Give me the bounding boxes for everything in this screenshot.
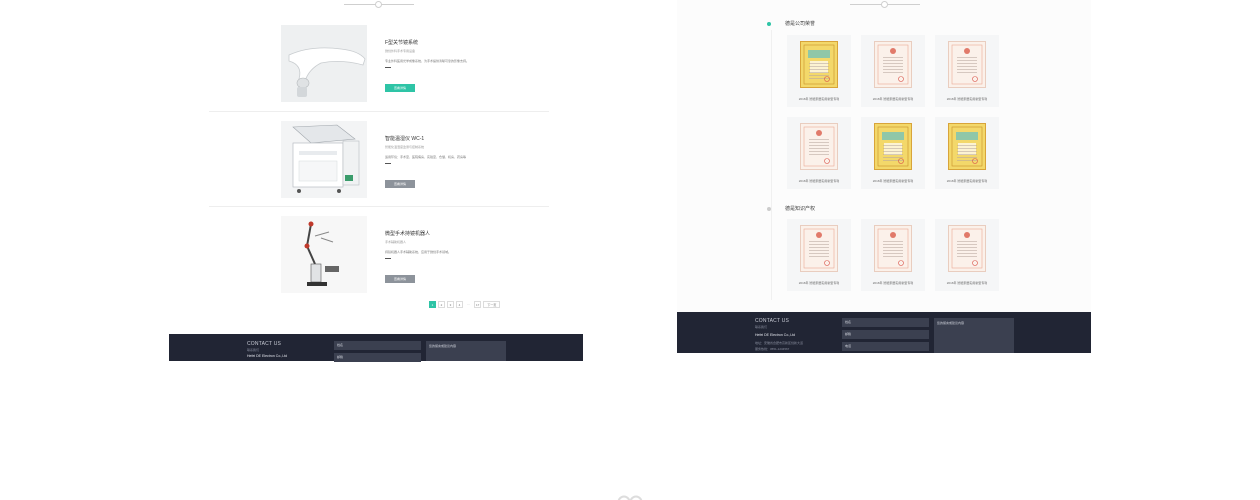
contact-footer: CONTACT US 联系我们 Hefei DE Electron Co.,Lt…: [677, 312, 1091, 353]
message-textarea[interactable]: 您的留言或建议内容: [934, 318, 1014, 353]
certificate-card[interactable]: 2016年 智能家居实用新型专利: [935, 219, 999, 291]
certificate-caption: 2016年 智能家居实用新型专利: [946, 97, 988, 101]
product-dash: [385, 163, 391, 164]
certificate-caption: 2016年 智能家居实用新型专利: [946, 179, 988, 183]
certificate-document-icon: [948, 123, 986, 170]
certificate-caption: 2016年 智能家居实用新型专利: [798, 179, 840, 183]
section-bullet: [767, 21, 771, 26]
product-description: 专业外科医用光学成像系统，为手术提供清晰可靠的影像支持。: [385, 59, 470, 63]
section-heading-honors: 德是公司荣誉: [767, 20, 815, 27]
certificate-card[interactable]: 2016年 智能家居实用新型专利: [935, 117, 999, 189]
arthroscope-illustration: [281, 25, 367, 102]
name-input[interactable]: 姓名: [842, 318, 929, 327]
email-input[interactable]: 邮箱: [842, 330, 929, 339]
product-title[interactable]: 微型手术持镜机器人: [385, 230, 525, 237]
robot-arm-illustration: [281, 216, 367, 293]
certificate-card[interactable]: 2016年 智能家居实用新型专利: [787, 117, 851, 189]
certificate-caption: 2016年 智能家居实用新型专利: [946, 281, 988, 285]
section-divider: [344, 0, 414, 10]
contact-footer: CONTACT US 联系我们 Hefei DE Electron Co.,Lt…: [169, 334, 583, 362]
certificate-card[interactable]: 2016年 智能家居实用新型专利: [787, 219, 851, 291]
honors-page: 德是公司荣誉 2016年 智能家居实用新型专利 2016年 智能家居实用新型专利 2…: [677, 0, 1091, 353]
certificate-caption: 2016年 智能家居实用新型专利: [872, 97, 914, 101]
certificate-card[interactable]: 2016年 智能家居实用新型专利: [787, 35, 851, 107]
section-title: 德是公司荣誉: [785, 21, 816, 27]
product-title[interactable]: F型关节镜系统: [385, 39, 525, 46]
section-title: 德是知识产权: [785, 206, 816, 212]
section-divider: [850, 0, 920, 10]
divider-dot: [881, 1, 888, 8]
row-separator: [209, 206, 549, 207]
certificate-document-icon: [800, 123, 838, 170]
certificate-card[interactable]: 2016年 智能家居实用新型专利: [861, 35, 925, 107]
footer-company: Hefei DE Electron Co.,Ltd: [247, 354, 288, 358]
view-details-button[interactable]: 查看详情: [385, 275, 415, 283]
certificate-document-icon: [874, 225, 912, 272]
certificate-caption: 2016年 智能家居实用新型专利: [872, 179, 914, 183]
page-link[interactable]: 2: [438, 301, 445, 308]
view-details-button[interactable]: 查看详情: [385, 84, 415, 92]
product-item[interactable]: 微型手术持镜机器人 手术辅助机器人 持镜机器人手术辅助系统，应用于微创手术领域。…: [247, 216, 507, 311]
product-dash: [385, 258, 391, 259]
footer-phone: 服务热线：0551-1234567: [755, 347, 790, 351]
page-link[interactable]: 17: [474, 301, 482, 308]
product-list-page: F型关节镜系统 微创外科手术专用设备 专业外科医用光学成像系统，为手术提供清晰可…: [169, 0, 583, 362]
footer-company: Hefei DE Electron Co.,Ltd: [755, 333, 796, 337]
certificate-document-icon: [948, 225, 986, 272]
timeline-line: [771, 30, 772, 300]
product-info: F型关节镜系统 微创外科手术专用设备 专业外科医用光学成像系统，为手术提供清晰可…: [385, 39, 525, 94]
certificate-caption: 2016年 智能家居实用新型专利: [798, 281, 840, 285]
product-subtitle: 智能化温湿度监测与控制系统: [385, 145, 425, 149]
name-input[interactable]: 姓名: [334, 341, 421, 350]
product-image-arthroscope[interactable]: [281, 25, 367, 102]
view-details-button[interactable]: 查看详情: [385, 180, 415, 188]
product-item[interactable]: 智能温湿仪 WC-1 智能化温湿度监测与控制系统 适用环境：手术室、医院病房、实…: [209, 121, 549, 216]
phone-input[interactable]: 电话: [842, 342, 929, 351]
footer-title: CONTACT US: [247, 341, 282, 347]
section-bullet: [767, 206, 771, 211]
next-page-link[interactable]: 下一页: [483, 301, 501, 308]
footer-subtitle: 联系我们: [247, 348, 260, 352]
product-dash: [385, 67, 391, 68]
product-description: 持镜机器人手术辅助系统，应用于微创手术领域。: [385, 250, 452, 254]
certificate-document-icon: [800, 41, 838, 88]
hygrometer-illustration: [281, 121, 367, 198]
product-info: 微型手术持镜机器人 手术辅助机器人 持镜机器人手术辅助系统，应用于微创手术领域。…: [385, 230, 525, 285]
footer-title: CONTACT US: [755, 318, 790, 324]
page-ellipsis: …: [467, 302, 470, 306]
row-separator: [209, 111, 549, 112]
certificate-card[interactable]: 2016年 智能家居实用新型专利: [861, 219, 925, 291]
product-subtitle: 手术辅助机器人: [385, 240, 407, 244]
message-textarea[interactable]: 您的留言或建议内容: [426, 341, 506, 361]
page-link[interactable]: 4: [456, 301, 463, 308]
infinity-logo-icon: [617, 495, 643, 500]
page-link[interactable]: 1: [429, 301, 436, 308]
section-heading-ip: 德是知识产权: [767, 205, 815, 212]
product-image-hygrometer[interactable]: [281, 121, 367, 198]
product-image-robot-arm[interactable]: [281, 216, 367, 293]
product-item[interactable]: F型关节镜系统 微创外科手术专用设备 专业外科医用光学成像系统，为手术提供清晰可…: [209, 25, 549, 120]
certificate-card[interactable]: 2016年 智能家居实用新型专利: [861, 117, 925, 189]
footer-subtitle: 联系我们: [755, 325, 768, 329]
divider-dot: [375, 1, 382, 8]
certificate-document-icon: [874, 41, 912, 88]
certificate-card[interactable]: 2016年 智能家居实用新型专利: [935, 35, 999, 107]
pagination: 1 2 3 4 … 17 下一页: [429, 301, 501, 308]
email-input[interactable]: 邮箱: [334, 353, 421, 362]
certificate-caption: 2016年 智能家居实用新型专利: [872, 281, 914, 285]
certificate-caption: 2016年 智能家居实用新型专利: [798, 97, 840, 101]
product-description: 适用环境：手术室、医院病房、实验室、仓储、机房、药房等: [385, 155, 467, 159]
footer-address: 地址：安徽省合肥市高新区创新大道: [755, 341, 804, 345]
product-title[interactable]: 智能温湿仪 WC-1: [385, 135, 525, 142]
certificate-document-icon: [874, 123, 912, 170]
product-info: 智能温湿仪 WC-1 智能化温湿度监测与控制系统 适用环境：手术室、医院病房、实…: [385, 135, 525, 190]
certificate-document-icon: [948, 41, 986, 88]
page-link[interactable]: 3: [447, 301, 454, 308]
product-subtitle: 微创外科手术专用设备: [385, 49, 416, 53]
certificate-document-icon: [800, 225, 838, 272]
